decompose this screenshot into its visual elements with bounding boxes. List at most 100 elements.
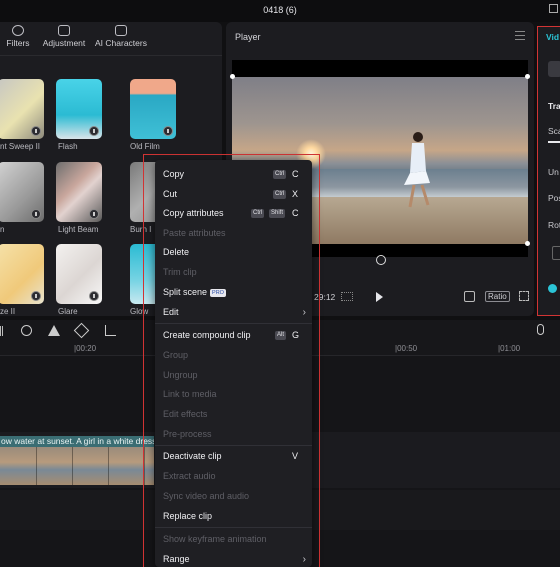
resize-handle[interactable]: [525, 74, 530, 79]
menu-item-create-compound-clip[interactable]: Create compound clip Alt G: [163, 329, 306, 342]
player-title: Player: [235, 32, 261, 42]
split-icon[interactable]: [0, 326, 3, 336]
resize-handle[interactable]: [525, 241, 530, 246]
effect-label: ze II: [0, 307, 16, 316]
frame-divider: [36, 447, 37, 485]
menu-item-label: Cut: [163, 189, 178, 199]
tab-ai-characters[interactable]: AI Characters: [92, 25, 150, 48]
menu-item-label: Pre-process: [163, 429, 212, 439]
frame-divider: [108, 447, 109, 485]
context-menu: Copy Ctrl C Cut Ctrl X Copy attributes C…: [155, 160, 312, 567]
menu-item-edit-effects[interactable]: Edit effects: [163, 408, 306, 421]
submenu-arrow-icon: ›: [302, 307, 306, 318]
position-label: Pos: [548, 193, 560, 203]
menu-item-copy-attributes[interactable]: Copy attributes Ctrl Shift C: [163, 207, 306, 220]
menu-item-show-keyframe-animation[interactable]: Show keyframe animation: [163, 533, 306, 546]
effect-label: Old Film: [130, 142, 160, 151]
rotate-icon[interactable]: [376, 255, 386, 265]
menu-item-label: Link to media: [163, 389, 217, 399]
effect-thumb[interactable]: [0, 162, 44, 222]
effect-thumb[interactable]: [0, 244, 44, 304]
effect-thumb[interactable]: [56, 244, 102, 304]
menu-item-delete[interactable]: Delete: [163, 246, 306, 259]
menu-item-extract-audio[interactable]: Extract audio: [163, 470, 306, 483]
menu-item-replace-clip[interactable]: Replace clip: [163, 510, 306, 523]
shortcut-key: X: [292, 189, 299, 199]
transform-section: Tra: [548, 101, 560, 111]
timecode-toggle-icon[interactable]: [341, 292, 353, 301]
download-icon[interactable]: [163, 126, 173, 136]
uniform-scale-label: Un: [548, 167, 559, 177]
effect-label: Glare: [58, 307, 78, 316]
clip-title[interactable]: ow water at sunset. A girl in a white dr…: [0, 436, 154, 447]
download-icon[interactable]: [89, 291, 99, 301]
fullscreen-fit-icon[interactable]: [464, 291, 475, 302]
menu-item-paste-attributes[interactable]: Paste attributes: [163, 227, 306, 240]
play-icon[interactable]: [376, 292, 383, 302]
rotate-clip-icon[interactable]: [73, 322, 90, 339]
submenu-arrow-icon: ›: [302, 554, 306, 565]
ai-characters-icon: [115, 25, 127, 36]
menu-item-label: Delete: [163, 247, 190, 257]
menu-item-split-scene[interactable]: Split scene PRO: [163, 286, 306, 299]
scale-tab[interactable]: Sca: [548, 126, 560, 136]
freeze-icon[interactable]: [21, 325, 32, 336]
download-icon[interactable]: [89, 209, 99, 219]
title-bar: 0418 (6): [0, 0, 560, 22]
menu-item-pre-process[interactable]: Pre-process: [163, 428, 306, 441]
menu-item-label: Sync video and audio: [163, 491, 250, 501]
tab-label: AI Characters: [95, 38, 147, 48]
menu-item-deactivate-clip[interactable]: Deactivate clip V: [163, 450, 306, 463]
window-layout-icon[interactable]: [549, 4, 558, 13]
microphone-icon[interactable]: [537, 324, 544, 335]
preset-button[interactable]: [548, 61, 560, 77]
inspector-panel: Vid Tra Sca Un Pos Rot: [537, 26, 560, 316]
menu-icon[interactable]: [515, 31, 525, 40]
menu-item-sync-video-and-audio[interactable]: Sync video and audio: [163, 490, 306, 503]
tab-label: Filters: [6, 38, 30, 48]
check-icon[interactable]: [548, 284, 557, 293]
expand-icon[interactable]: [519, 291, 529, 301]
ratio-button[interactable]: Ratio: [485, 291, 510, 302]
menu-item-range[interactable]: Range ›: [163, 553, 306, 566]
effect-thumb[interactable]: [56, 79, 102, 139]
menu-item-link-to-media[interactable]: Link to media: [163, 388, 306, 401]
tab-filters[interactable]: Filters: [4, 25, 32, 48]
menu-item-group[interactable]: Group: [163, 349, 306, 362]
shortcut-modifier: Ctrl: [273, 170, 287, 179]
shortcut-key: C: [292, 169, 299, 179]
resize-handle[interactable]: [230, 74, 235, 79]
menu-item-ungroup[interactable]: Ungroup: [163, 369, 306, 382]
effect-thumb[interactable]: [0, 79, 44, 139]
menu-item-label: Create compound clip: [163, 330, 251, 340]
menu-item-edit[interactable]: Edit ›: [163, 306, 306, 319]
menu-item-label: Trim clip: [163, 267, 197, 277]
menu-separator: [155, 527, 312, 528]
download-icon[interactable]: [31, 291, 41, 301]
crop-icon[interactable]: [105, 325, 116, 336]
menu-item-label: Paste attributes: [163, 228, 226, 238]
tab-adjustment[interactable]: Adjustment: [38, 25, 90, 48]
tab-video[interactable]: Vid: [546, 32, 559, 42]
download-icon[interactable]: [89, 126, 99, 136]
effect-thumb[interactable]: [56, 162, 102, 222]
mirror-icon[interactable]: [48, 325, 60, 336]
effect-thumb[interactable]: [130, 79, 176, 139]
menu-item-trim-clip[interactable]: Trim clip: [163, 266, 306, 279]
filters-icon: [12, 25, 24, 36]
download-icon[interactable]: [31, 209, 41, 219]
menu-item-label: Extract audio: [163, 471, 216, 481]
menu-item-label: Edit: [163, 307, 179, 317]
menu-item-label: Show keyframe animation: [163, 534, 267, 544]
menu-item-label: Group: [163, 350, 189, 360]
frame-divider: [72, 447, 73, 485]
menu-item-cut[interactable]: Cut Ctrl X: [163, 188, 306, 201]
video-clip[interactable]: [0, 447, 154, 485]
download-icon[interactable]: [31, 126, 41, 136]
shortcut-modifier: Ctrl: [273, 190, 287, 199]
effect-label: nt Sweep II: [0, 142, 41, 151]
ruler-tick: |01:00: [498, 344, 521, 353]
menu-item-copy[interactable]: Copy Ctrl C: [163, 168, 306, 181]
rotate-input[interactable]: [552, 246, 560, 260]
effect-label: Flash: [58, 142, 78, 151]
